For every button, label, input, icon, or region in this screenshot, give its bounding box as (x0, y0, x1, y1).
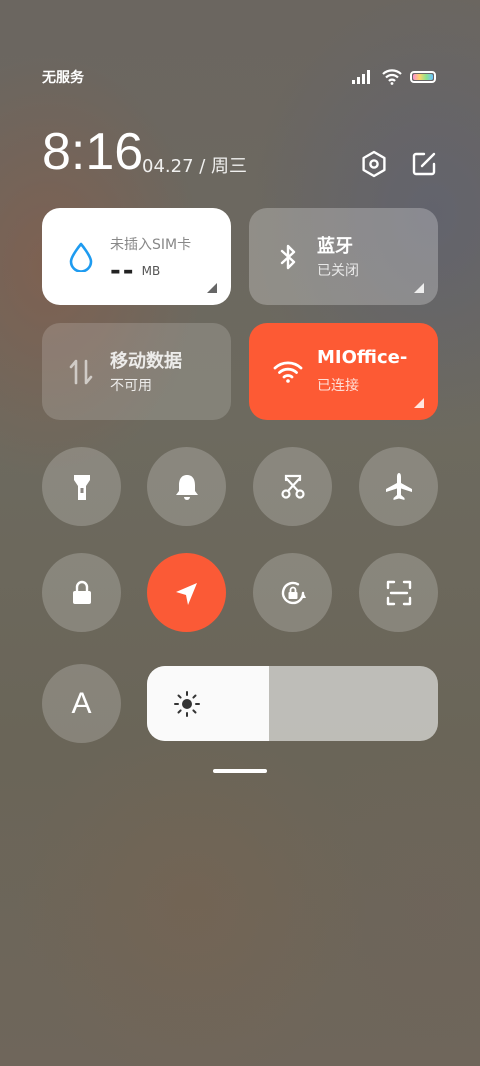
auto-brightness-toggle[interactable]: A (42, 664, 121, 743)
mobile-data-status: 不可用 (110, 378, 152, 394)
scissors-icon (280, 474, 305, 499)
wifi-tile[interactable]: MIOffice- 已连接 (249, 323, 438, 420)
expand-corner-icon (414, 283, 424, 293)
clock: 8:16 (42, 123, 144, 181)
sim-title: 未插入SIM卡 (110, 237, 192, 253)
location-toggle[interactable] (147, 553, 226, 632)
letter-a-icon: A (71, 686, 92, 720)
water-drop-icon (69, 242, 93, 272)
bluetooth-icon (280, 244, 296, 270)
expand-corner-icon (207, 283, 217, 293)
location-arrow-icon (175, 582, 197, 605)
wifi-icon (273, 361, 303, 383)
lock-icon (72, 580, 91, 604)
bluetooth-tile[interactable]: 蓝牙 已关闭 (249, 208, 438, 305)
sim-usage-unit: MB (141, 264, 161, 278)
mobile-data-tile[interactable]: 移动数据 不可用 (42, 323, 231, 420)
brightness-slider[interactable] (147, 666, 438, 741)
rotation-lock-toggle[interactable] (253, 553, 332, 632)
scan-icon (386, 580, 411, 605)
header: 8:16 04.27 / 周三 (42, 122, 438, 182)
status-bar: 无服务 (42, 66, 436, 88)
airplane-icon (385, 472, 412, 500)
silent-toggle[interactable] (147, 447, 226, 526)
signal-icon (352, 70, 370, 84)
rotation-lock-icon (281, 581, 306, 604)
data-arrows-icon (69, 359, 93, 385)
brightness-fill (147, 666, 270, 741)
date-label: 04.27 / 周三 (142, 156, 248, 177)
flashlight-icon (73, 474, 90, 500)
wifi-status: 已连接 (317, 378, 359, 394)
home-indicator[interactable] (213, 769, 267, 773)
battery-icon (410, 71, 436, 83)
sim-usage-value: -- (110, 256, 136, 286)
mobile-data-title: 移动数据 (110, 351, 182, 372)
flashlight-toggle[interactable] (42, 447, 121, 526)
edit-icon[interactable] (410, 150, 438, 178)
bluetooth-status: 已关闭 (317, 263, 359, 279)
wifi-icon (382, 69, 402, 85)
sim-tile[interactable]: 未插入SIM卡 -- MB (42, 208, 231, 305)
wifi-title: MIOffice- (317, 347, 408, 368)
expand-corner-icon (414, 398, 424, 408)
bell-icon (175, 474, 198, 500)
bluetooth-title: 蓝牙 (317, 236, 353, 257)
sim-usage: -- MB (110, 256, 160, 286)
sun-icon (174, 691, 200, 717)
carrier-label: 无服务 (42, 70, 84, 86)
scanner-toggle[interactable] (359, 553, 438, 632)
lock-screen-toggle[interactable] (42, 553, 121, 632)
screenshot-toggle[interactable] (253, 447, 332, 526)
airplane-mode-toggle[interactable] (359, 447, 438, 526)
settings-icon[interactable] (360, 150, 388, 178)
status-icons (352, 69, 436, 85)
